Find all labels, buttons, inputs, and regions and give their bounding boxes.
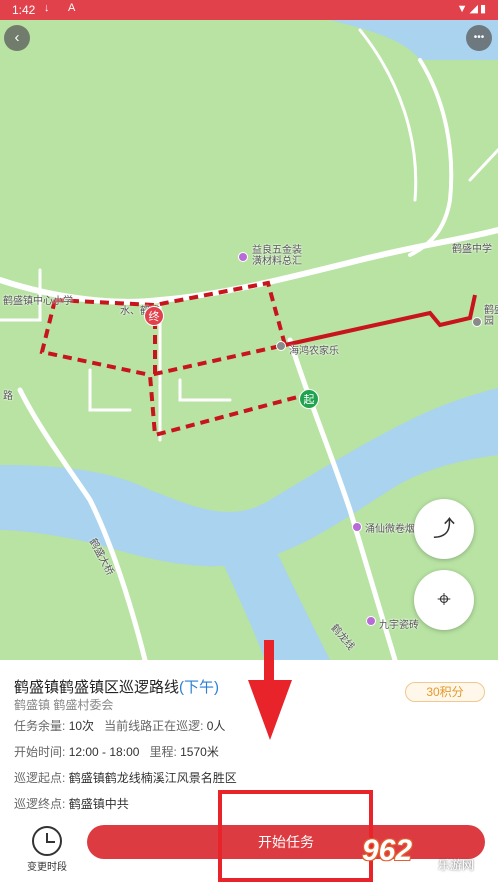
remaining-label: 任务余量: bbox=[14, 719, 66, 733]
task-title: 鹤盛镇鹤盛镇区巡逻路线(下午) bbox=[14, 676, 219, 697]
status-bar: 1:42 ↓ A ▼◢▮ bbox=[0, 0, 498, 20]
start-label: 巡逻起点: bbox=[14, 771, 66, 785]
info-start: 巡逻起点: 鹤盛镇鹤龙线楠溪江风景名胜区 bbox=[14, 769, 237, 786]
watermark-site: 乐游网 bbox=[438, 858, 475, 872]
poi-yunxian-icon bbox=[352, 522, 362, 532]
map-canvas bbox=[0, 20, 498, 660]
signal-battery-icons: ▼◢▮ bbox=[456, 3, 488, 15]
change-time-label: 变更时段 bbox=[27, 862, 67, 873]
back-button[interactable]: ‹ bbox=[4, 25, 30, 51]
poi-farm-icon bbox=[276, 341, 286, 351]
route-button[interactable]: ⤴ bbox=[414, 499, 474, 559]
info-end: 巡逻终点: 鹤盛镇中共 bbox=[14, 795, 129, 812]
route-start-marker[interactable]: 起 bbox=[299, 389, 319, 409]
map-label-school: 鹤盛镇中心小学 bbox=[3, 296, 73, 307]
route-end-marker[interactable]: 终 bbox=[144, 306, 164, 326]
annotation-box bbox=[218, 790, 373, 882]
notification-icons: ↓ A bbox=[44, 2, 84, 14]
watermark-logo: 962 bbox=[362, 834, 413, 867]
route-icon: ⤴ bbox=[432, 516, 455, 541]
watermark: 962 乐游网 bbox=[362, 832, 494, 880]
remaining-value: 10次 bbox=[68, 719, 95, 733]
map-label-hardware: 益良五金装 潢材料总汇 bbox=[252, 245, 302, 267]
end-label: 巡逻终点: bbox=[14, 797, 66, 811]
map-label-jiuyu: 九宇瓷砖 bbox=[379, 620, 419, 631]
change-time-button[interactable]: 变更时段 bbox=[24, 826, 70, 876]
map-label-right: 鹤盛 园 bbox=[484, 305, 498, 327]
current-value: 0人 bbox=[206, 719, 226, 733]
map-label-heming: 鹤盛中学 bbox=[452, 244, 492, 255]
info-time: 开始时间: 12:00 - 18:00 里程: 1570米 bbox=[14, 743, 219, 760]
task-org: 鹤盛镇 鹤盛村委会 bbox=[14, 698, 114, 712]
points-badge: 30积分 bbox=[405, 682, 485, 702]
map-label-yunxian: 涌仙微卷烟 bbox=[365, 524, 415, 535]
info-remaining: 任务余量: 10次 当前线路正在巡逻: 0人 bbox=[14, 717, 225, 734]
task-title-text: 鹤盛镇鹤盛镇区巡逻路线 bbox=[14, 679, 180, 696]
map-label-farm: 海鸿农家乐 bbox=[289, 346, 339, 357]
end-value: 鹤盛镇中共 bbox=[68, 797, 129, 811]
map-label-road: 路 bbox=[3, 391, 13, 402]
more-button[interactable]: ••• bbox=[466, 25, 492, 51]
map-view[interactable]: ‹ ••• 鹤盛镇中心小学 水、鹤盛 益良五金装 潢材料总汇 鹤盛中学 海鸿农家… bbox=[0, 20, 498, 660]
status-time: 1:42 bbox=[12, 3, 36, 17]
clock-icon bbox=[32, 826, 62, 856]
poi-jiuyu-icon bbox=[366, 616, 376, 626]
time-label: 开始时间: bbox=[14, 745, 66, 759]
locate-button[interactable]: ⌖ bbox=[414, 570, 474, 630]
task-period: (下午) bbox=[179, 679, 220, 696]
current-label: 当前线路正在巡逻: bbox=[104, 719, 204, 733]
poi-hardware-icon bbox=[238, 252, 248, 262]
locate-icon: ⌖ bbox=[437, 586, 451, 613]
distance-value: 1570米 bbox=[180, 745, 219, 759]
poi-right-icon bbox=[472, 317, 482, 327]
time-value: 12:00 - 18:00 bbox=[68, 745, 140, 759]
distance-label: 里程: bbox=[149, 745, 177, 759]
start-value: 鹤盛镇鹤龙线楠溪江风景名胜区 bbox=[68, 771, 237, 785]
